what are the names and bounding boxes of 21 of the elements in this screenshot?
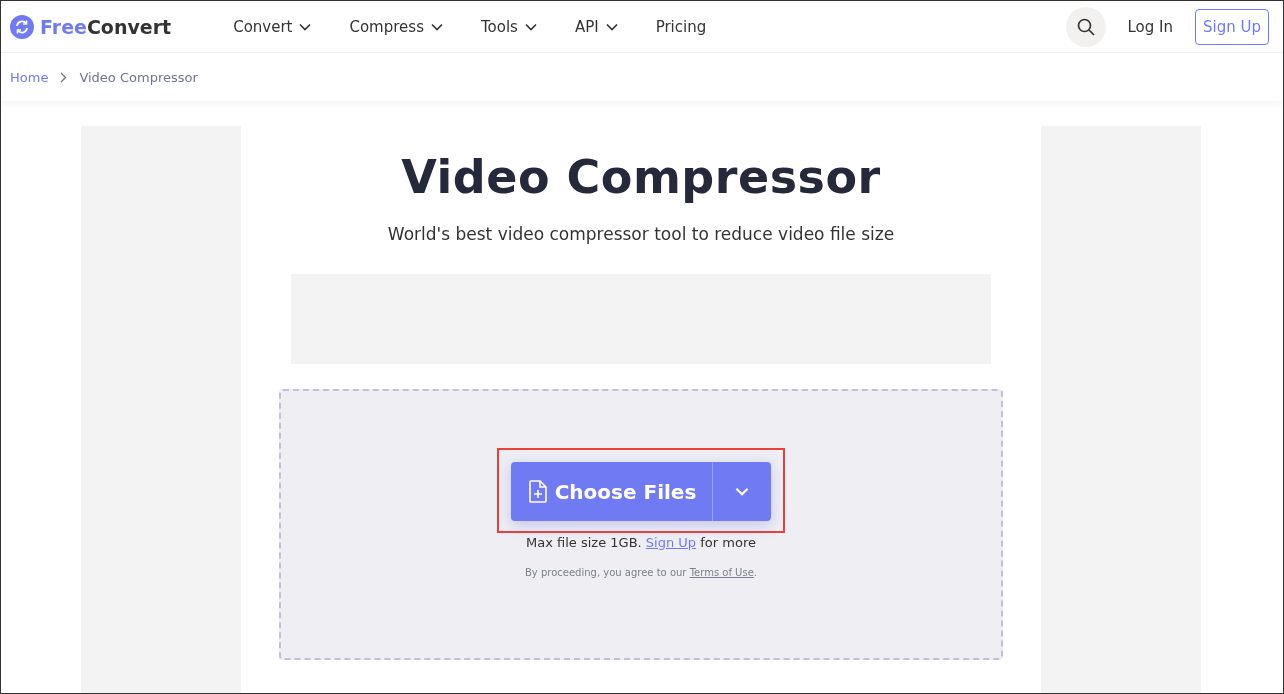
search-icon xyxy=(1076,17,1095,36)
file-drop-zone[interactable]: Choose Files Max file size 1GB. Sign Up for more By proceeding, you agree to our Terms of Use. xyxy=(279,389,1003,660)
nav-menu[interactable]: API xyxy=(570,17,622,36)
chevron-down-icon xyxy=(735,487,750,496)
logo-icon xyxy=(10,14,34,39)
page-subtitle: World's best video compressor tool to reduce video file size xyxy=(387,224,895,244)
file-plus-icon xyxy=(528,480,547,503)
page-title: Video Compressor xyxy=(401,150,881,204)
terms-note: By proceeding, you agree to our Terms of Use. xyxy=(525,567,757,578)
login-link[interactable]: Log In xyxy=(1123,17,1177,36)
nav-menu[interactable]: Pricing xyxy=(651,17,711,36)
brand-name[interactable]: FreeConvert xyxy=(40,15,172,38)
nav-menu[interactable]: Convert xyxy=(229,17,316,36)
signup-button[interactable]: Sign Up xyxy=(1195,8,1269,45)
breadcrumb-current: Video Compressor xyxy=(79,69,198,85)
terms-link[interactable]: Terms of Use xyxy=(689,567,754,578)
nav-menu[interactable]: Compress xyxy=(345,17,447,36)
nav-menu[interactable]: Tools xyxy=(476,17,541,36)
chevron-right-icon xyxy=(60,71,68,83)
file-size-note: Max file size 1GB. Sign Up for more xyxy=(526,535,756,550)
breadcrumb-link[interactable]: Home xyxy=(10,69,49,85)
